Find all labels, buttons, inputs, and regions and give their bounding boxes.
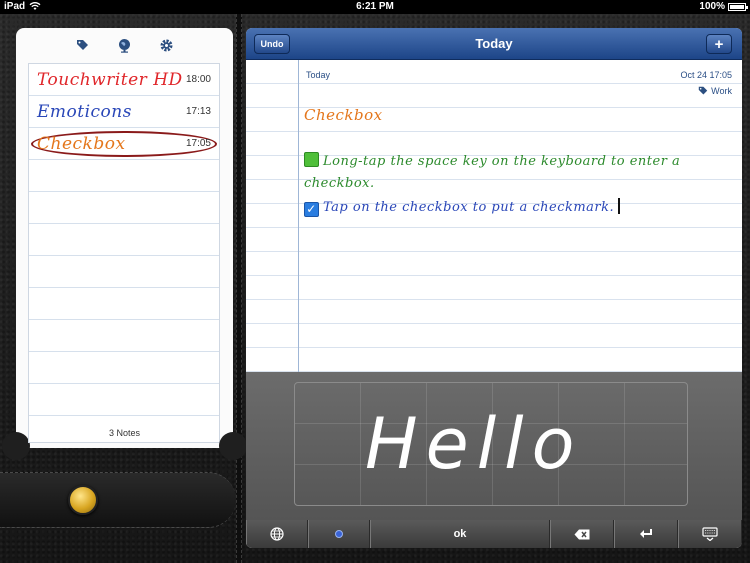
note-line-3: ✓ Tap on the checkbox to put a checkmark. [304,198,621,217]
pen-color-dot-icon [335,530,343,538]
note-title: Touchwriter HD [37,70,183,90]
note-date-label: Today [306,70,331,80]
checkbox-checked-icon[interactable]: ✓ [304,202,319,217]
ok-key[interactable]: ok [370,520,550,548]
note-item-touchwriter[interactable]: Touchwriter HD 18:00 [29,64,219,96]
globe-key[interactable] [246,520,308,548]
backspace-icon [574,529,590,539]
note-item-checkbox[interactable]: Checkbox 17:05 [29,128,219,160]
add-note-button[interactable]: + [706,34,732,54]
notes-count: 3 Notes [108,428,141,438]
note-timestamp: Oct 24 17:05 [680,70,732,80]
note-title: Checkbox [37,134,126,154]
status-bar: iPad 6:21 PM 100% [0,0,750,14]
note-title: Checkbox [304,106,383,124]
nav-bar: Undo Today + [246,28,742,60]
page-title: Today [475,36,513,51]
return-key[interactable] [614,520,678,548]
note-tag[interactable]: Work [698,86,732,96]
tag-icon [698,86,708,95]
note-editor: Undo Today + Today Oct 24 17:05 Work Che… [246,28,742,548]
note-item-emoticons[interactable]: Emoticons 17:13 [29,96,219,128]
pen-color-key[interactable] [308,520,370,548]
note-time: 18:00 [185,74,211,85]
gear-icon[interactable] [159,37,175,53]
keyboard-toolbar: ok [246,520,742,548]
tag-label: Work [711,86,732,96]
note-title: Emoticons [37,102,132,122]
leather-strap [0,472,236,528]
note-paper[interactable]: Today Oct 24 17:05 Work Checkbox Long-ta… [246,60,742,372]
notes-toolbar [16,28,233,62]
handwriting-pad[interactable]: Hello [294,382,688,506]
note-time: 17:05 [185,138,211,149]
note-text: Tap on the checkbox to put a checkmark. [323,200,615,215]
handwriting-ink: Hello [365,403,583,485]
globe-icon[interactable] [117,37,133,53]
return-icon [640,529,652,538]
battery-percent: 100% [699,1,725,12]
backspace-key[interactable] [550,520,614,548]
margin-line [298,60,299,372]
note-line-1: Long-tap the space key on the keyboard t… [304,152,680,169]
clock: 6:21 PM [356,1,394,12]
hide-keyboard-key[interactable] [678,520,742,548]
globe-icon [270,527,284,541]
note-line-2: checkbox. [304,176,375,191]
battery-icon [728,2,748,11]
note-time: 17:13 [185,106,211,117]
note-list: Touchwriter HD 18:00 Emoticons 17:13 Che… [28,63,220,443]
text-cursor [618,198,621,214]
keyboard-hide-icon [702,527,718,541]
note-text: Long-tap the space key on the keyboard t… [323,154,681,169]
snap-button [68,485,98,515]
tag-icon[interactable] [75,37,91,53]
notes-list-panel: Touchwriter HD 18:00 Emoticons 17:13 Che… [2,28,247,460]
binding-stitch [236,14,242,563]
handwriting-area: Hello [246,372,742,520]
checkbox-unchecked-icon[interactable] [304,152,319,167]
